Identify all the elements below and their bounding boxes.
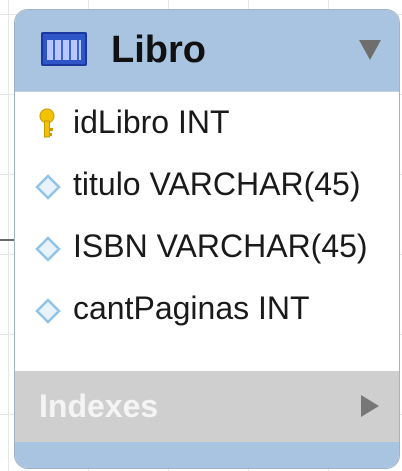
table-title: Libro xyxy=(111,29,206,71)
entity-table-libro[interactable]: Libro idLibro INT titulo VARCHAR(45) ISB… xyxy=(14,9,400,469)
column-row[interactable]: ISBN VARCHAR(45) xyxy=(15,216,399,278)
column-label: ISBN VARCHAR(45) xyxy=(73,228,368,264)
collapse-arrow-icon[interactable] xyxy=(359,40,381,60)
column-label: idLibro INT xyxy=(73,104,230,140)
column-diamond-icon xyxy=(35,174,61,200)
column-diamond-icon xyxy=(35,298,61,324)
column-row[interactable]: cantPaginas INT xyxy=(15,278,399,340)
column-label: titulo VARCHAR(45) xyxy=(73,166,361,202)
column-row[interactable]: idLibro INT xyxy=(15,92,399,154)
indexes-label: Indexes xyxy=(39,388,159,424)
primary-key-icon xyxy=(39,108,55,138)
column-row[interactable]: titulo VARCHAR(45) xyxy=(15,154,399,216)
table-header[interactable]: Libro xyxy=(15,10,399,92)
column-diamond-icon xyxy=(35,236,61,262)
column-label: cantPaginas INT xyxy=(73,290,310,326)
table-icon xyxy=(41,32,87,66)
expand-arrow-icon[interactable] xyxy=(361,395,379,417)
table-footer xyxy=(15,442,399,468)
indexes-section[interactable]: Indexes xyxy=(15,371,399,442)
